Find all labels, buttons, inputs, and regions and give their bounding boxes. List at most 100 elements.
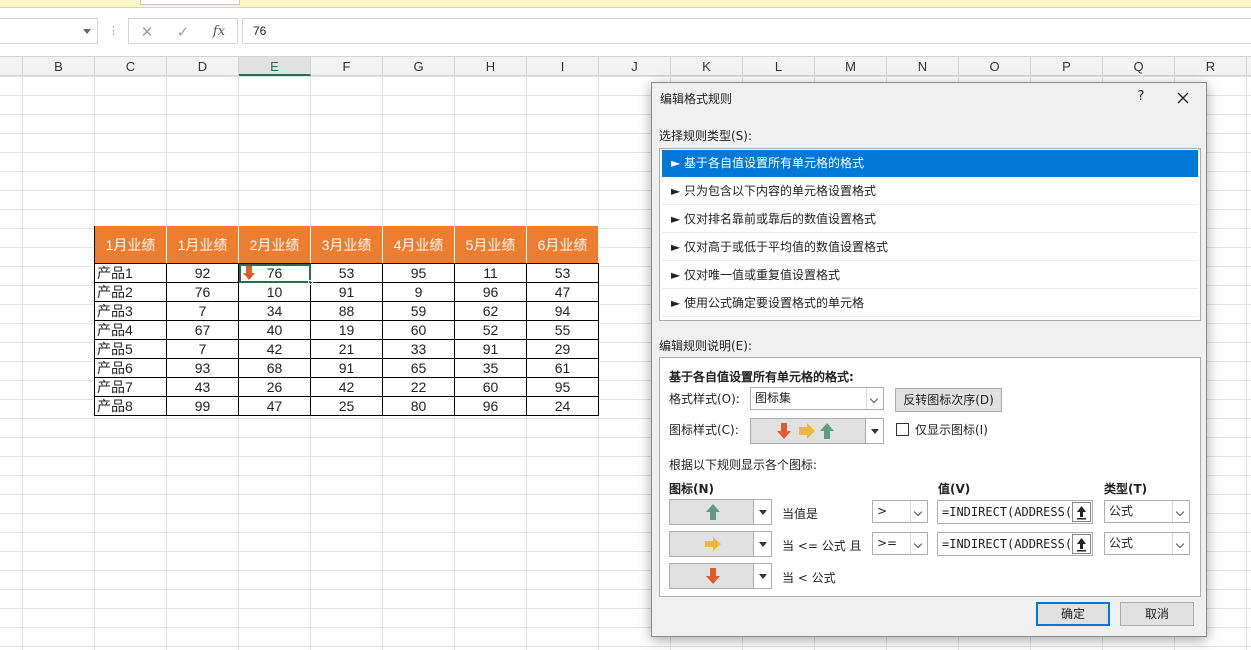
table-header-cell[interactable]: 1月业绩	[94, 225, 167, 264]
help-icon[interactable]: ?	[1131, 87, 1151, 107]
value-cell[interactable]: 52	[454, 320, 527, 340]
column-header-o[interactable]: O	[959, 57, 1031, 76]
chevron-down-icon[interactable]	[753, 532, 771, 556]
value-cell[interactable]: 55	[526, 320, 599, 340]
value-cell[interactable]: 88	[310, 301, 383, 321]
value-cell[interactable]: 7	[166, 339, 239, 359]
value-input[interactable]: =INDIRECT(ADDRESS(	[937, 500, 1093, 524]
column-header-n[interactable]: N	[887, 57, 959, 76]
column-header-c[interactable]: C	[95, 57, 167, 76]
rule-type-item[interactable]: ► 仅对排名靠前或靠后的数值设置格式	[662, 206, 1198, 233]
chevron-down-icon[interactable]	[1172, 501, 1189, 522]
table-header-cell[interactable]: 1月业绩	[166, 225, 239, 264]
table-header-cell[interactable]: 3月业绩	[310, 225, 383, 264]
column-header-d[interactable]: D	[167, 57, 239, 76]
value-cell[interactable]: 91	[310, 282, 383, 302]
rule-type-item[interactable]: ► 仅对唯一值或重复值设置格式	[662, 262, 1198, 289]
cancel-icon[interactable]: ✕	[135, 22, 159, 42]
value-input[interactable]: =INDIRECT(ADDRESS(	[937, 532, 1093, 556]
rule-type-item[interactable]: ► 只为包含以下内容的单元格设置格式	[662, 178, 1198, 205]
column-header-h[interactable]: H	[455, 57, 527, 76]
value-cell[interactable]: 68	[238, 358, 311, 378]
product-name-cell[interactable]: 产品4	[94, 320, 167, 340]
rule-type-item[interactable]: ► 基于各自值设置所有单元格的格式	[662, 150, 1198, 177]
column-header-j[interactable]: J	[599, 57, 671, 76]
value-cell[interactable]: 33	[382, 339, 455, 359]
value-cell[interactable]: 80	[382, 396, 455, 416]
chevron-down-icon[interactable]	[753, 564, 771, 588]
value-cell[interactable]: 53	[310, 263, 383, 283]
insert-function-icon[interactable]: fx	[207, 22, 231, 42]
value-cell[interactable]: 59	[382, 301, 455, 321]
value-cell[interactable]: 60	[454, 377, 527, 397]
value-cell[interactable]: 95	[526, 377, 599, 397]
value-cell[interactable]: 93	[166, 358, 239, 378]
value-cell[interactable]: 43	[166, 377, 239, 397]
product-name-cell[interactable]: 产品1	[94, 263, 167, 283]
column-header-r[interactable]: R	[1175, 57, 1247, 76]
value-cell[interactable]: 53	[526, 263, 599, 283]
product-name-cell[interactable]: 产品5	[94, 339, 167, 359]
value-cell[interactable]: 96	[454, 282, 527, 302]
rule-icon-select[interactable]	[669, 531, 772, 557]
column-header-p[interactable]: P	[1031, 57, 1103, 76]
table-header-cell[interactable]: 4月业绩	[382, 225, 455, 264]
chevron-down-icon[interactable]	[910, 533, 927, 554]
value-cell[interactable]: 94	[526, 301, 599, 321]
value-cell[interactable]: 65	[382, 358, 455, 378]
value-cell[interactable]: 24	[526, 396, 599, 416]
product-name-cell[interactable]: 产品2	[94, 282, 167, 302]
show-icon-only-checkbox[interactable]	[896, 423, 909, 436]
rule-type-item[interactable]: ► 使用公式确定要设置格式的单元格	[662, 290, 1198, 317]
value-cell[interactable]: 67	[166, 320, 239, 340]
value-cell[interactable]: 61	[526, 358, 599, 378]
icon-style-select[interactable]	[750, 418, 884, 444]
chevron-down-icon[interactable]	[753, 500, 771, 524]
type-select[interactable]: 公式	[1104, 500, 1190, 523]
chevron-down-icon[interactable]	[1172, 533, 1189, 554]
value-cell[interactable]: 47	[526, 282, 599, 302]
value-cell[interactable]: 96	[454, 396, 527, 416]
chevron-down-icon[interactable]	[910, 501, 927, 522]
ok-button[interactable]: 确定	[1036, 602, 1110, 626]
value-cell[interactable]: 35	[454, 358, 527, 378]
product-name-cell[interactable]: 产品6	[94, 358, 167, 378]
enter-icon[interactable]: ✓	[171, 22, 195, 42]
value-cell[interactable]: 29	[526, 339, 599, 359]
value-cell[interactable]: 25	[310, 396, 383, 416]
value-cell[interactable]: 40	[238, 320, 311, 340]
rule-type-item[interactable]: ► 仅对高于或低于平均值的数值设置格式	[662, 234, 1198, 261]
value-cell[interactable]: 10	[238, 282, 311, 302]
cancel-button[interactable]: 取消	[1120, 602, 1194, 626]
value-cell[interactable]: 21	[310, 339, 383, 359]
value-cell[interactable]: 91	[454, 339, 527, 359]
column-header-g[interactable]: G	[383, 57, 455, 76]
column-header-f[interactable]: F	[311, 57, 383, 76]
value-cell[interactable]: 91	[310, 358, 383, 378]
chevron-down-icon[interactable]	[865, 419, 883, 443]
column-header-m[interactable]: M	[815, 57, 887, 76]
value-cell[interactable]: 95	[382, 263, 455, 283]
value-cell[interactable]: 9	[382, 282, 455, 302]
value-cell[interactable]: 60	[382, 320, 455, 340]
column-header-k[interactable]: K	[671, 57, 743, 76]
value-cell[interactable]: 47	[238, 396, 311, 416]
format-style-select[interactable]: 图标集	[750, 387, 884, 410]
product-name-cell[interactable]: 产品7	[94, 377, 167, 397]
value-cell[interactable]: 26	[238, 377, 311, 397]
chevron-down-icon[interactable]	[83, 29, 91, 34]
select-all-corner[interactable]	[0, 57, 23, 76]
column-header-q[interactable]: Q	[1103, 57, 1175, 76]
value-cell[interactable]: 76	[166, 282, 239, 302]
value-cell[interactable]: 99	[166, 396, 239, 416]
value-cell[interactable]: 62	[454, 301, 527, 321]
product-name-cell[interactable]: 产品8	[94, 396, 167, 416]
rule-icon-select[interactable]	[669, 563, 772, 589]
operator-select[interactable]: >=	[872, 532, 928, 555]
column-header-i[interactable]: I	[527, 57, 599, 76]
table-header-cell[interactable]: 2月业绩	[238, 225, 311, 264]
value-cell[interactable]: 19	[310, 320, 383, 340]
table-header-cell[interactable]: 6月业绩	[526, 225, 599, 264]
value-cell[interactable]: 42	[238, 339, 311, 359]
table-header-cell[interactable]: 5月业绩	[454, 225, 527, 264]
